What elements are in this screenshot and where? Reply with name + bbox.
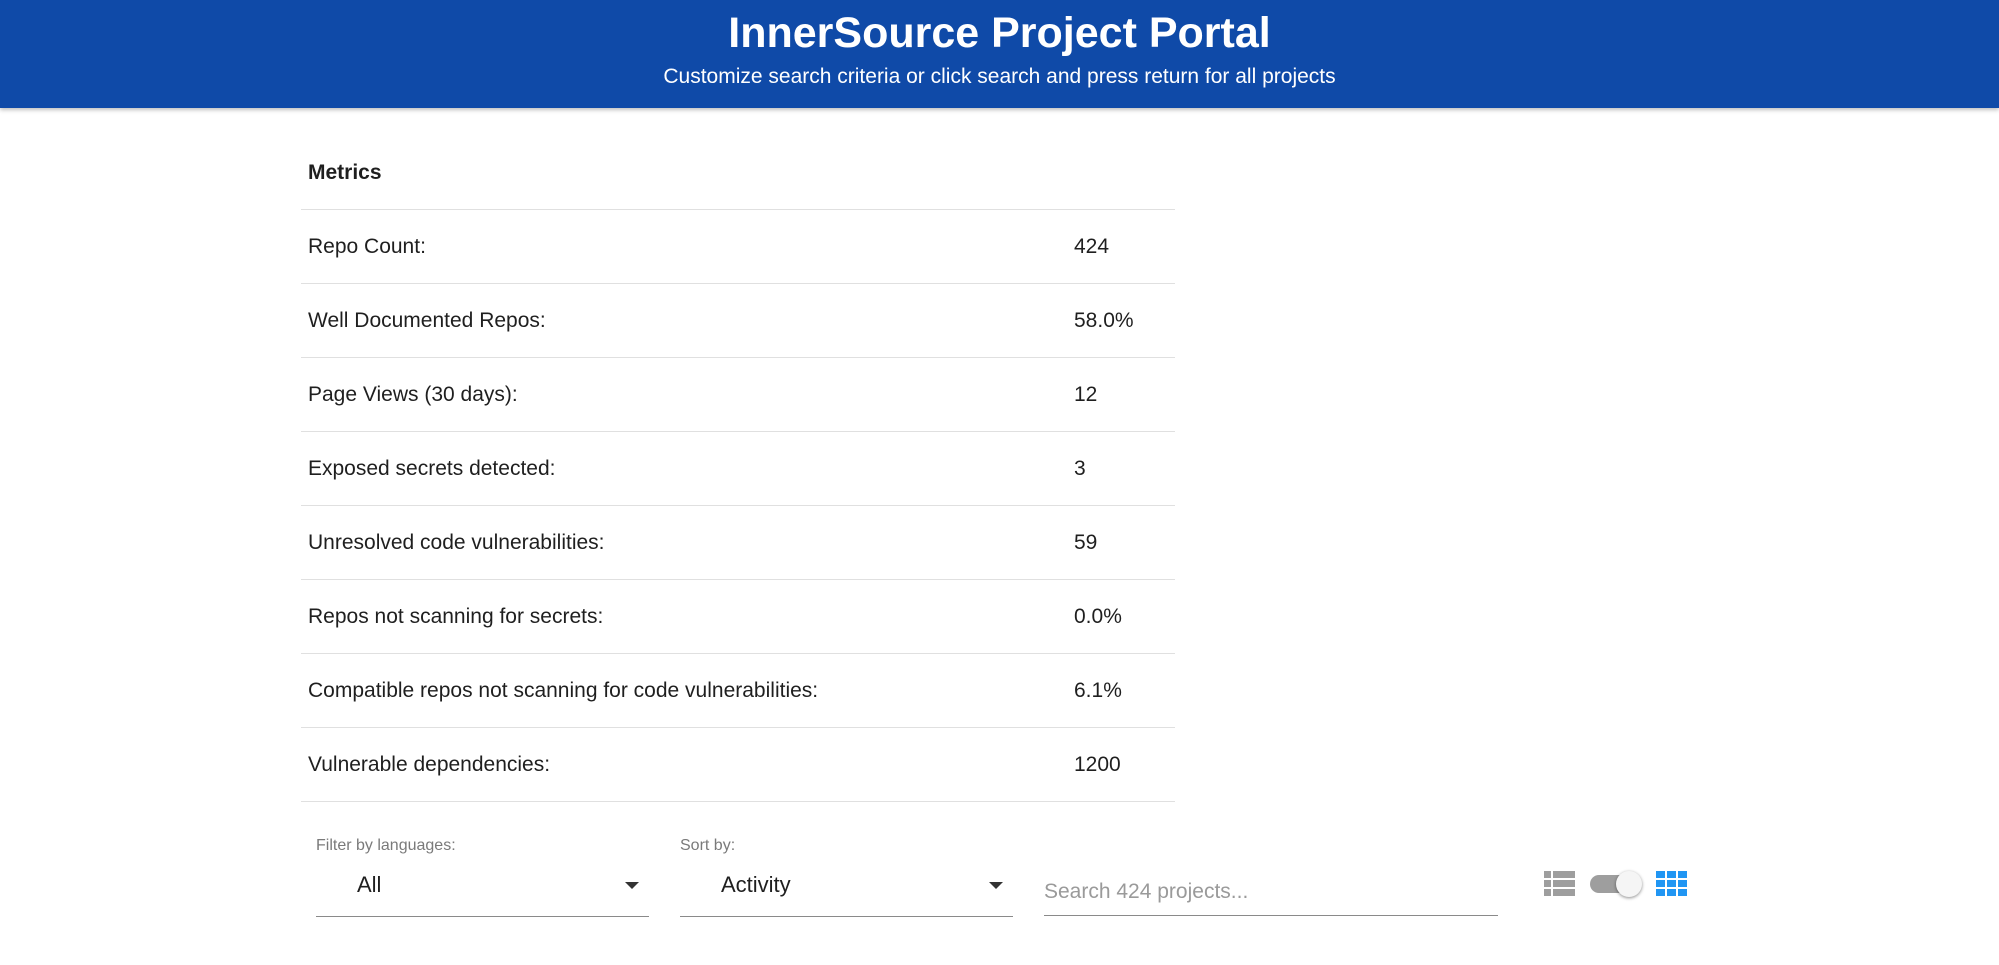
metric-label: Compatible repos not scanning for code v…	[308, 679, 819, 702]
metric-value: 6.1%	[1074, 679, 1122, 702]
metric-value: 0.0%	[1074, 605, 1122, 628]
metrics-heading: Metrics	[301, 136, 1175, 210]
metric-label: Well Documented Repos:	[308, 309, 546, 332]
metric-value: 12	[1074, 383, 1098, 406]
project-search-input[interactable]	[1044, 868, 1498, 916]
page-title: InnerSource Project Portal	[728, 9, 1271, 57]
language-filter-value: All	[357, 872, 382, 897]
list-view-icon[interactable]	[1544, 871, 1575, 896]
metric-row-not-scanning-vulnerabilities: Compatible repos not scanning for code v…	[301, 654, 1175, 728]
metric-label: Page Views (30 days):	[308, 383, 518, 406]
metric-label: Unresolved code vulnerabilities:	[308, 531, 605, 554]
chevron-down-icon	[625, 882, 639, 889]
sort-by-value: Activity	[721, 872, 791, 897]
metric-row-code-vulnerabilities: Unresolved code vulnerabilities: 59	[301, 506, 1175, 580]
metrics-table: Metrics Repo Count: 424 Well Documented …	[301, 136, 1175, 802]
metric-row-vulnerable-dependencies: Vulnerable dependencies: 1200	[301, 728, 1175, 802]
metric-value: 58.0%	[1074, 309, 1134, 332]
metric-value: 59	[1074, 531, 1098, 554]
metric-label: Exposed secrets detected:	[308, 457, 556, 480]
metric-row-page-views: Page Views (30 days): 12	[301, 358, 1175, 432]
filter-bar: Filter by languages: All Sort by: Activi…	[0, 820, 1999, 920]
metric-row-well-documented: Well Documented Repos: 58.0%	[301, 284, 1175, 358]
toggle-thumb	[1616, 871, 1642, 897]
sort-by-label: Sort by:	[680, 837, 736, 854]
language-filter-select[interactable]: Filter by languages: All	[316, 820, 649, 917]
view-mode-toggle[interactable]	[1588, 870, 1644, 898]
metric-label: Repos not scanning for secrets:	[308, 605, 604, 628]
metric-value: 3	[1074, 457, 1086, 480]
metric-label: Vulnerable dependencies:	[308, 753, 551, 776]
grid-view-icon[interactable]	[1656, 871, 1687, 896]
chevron-down-icon	[989, 882, 1003, 889]
metric-row-exposed-secrets: Exposed secrets detected: 3	[301, 432, 1175, 506]
metric-label: Repo Count:	[308, 235, 426, 258]
sort-by-select[interactable]: Sort by: Activity	[680, 820, 1013, 917]
metric-value: 424	[1074, 235, 1110, 258]
header-bar: InnerSource Project Portal Customize sea…	[0, 0, 1999, 108]
metric-value: 1200	[1074, 753, 1121, 776]
metric-row-repo-count: Repo Count: 424	[301, 210, 1175, 284]
page-subtitle: Customize search criteria or click searc…	[663, 65, 1336, 88]
metric-row-not-scanning-secrets: Repos not scanning for secrets: 0.0%	[301, 580, 1175, 654]
language-filter-label: Filter by languages:	[316, 837, 456, 854]
